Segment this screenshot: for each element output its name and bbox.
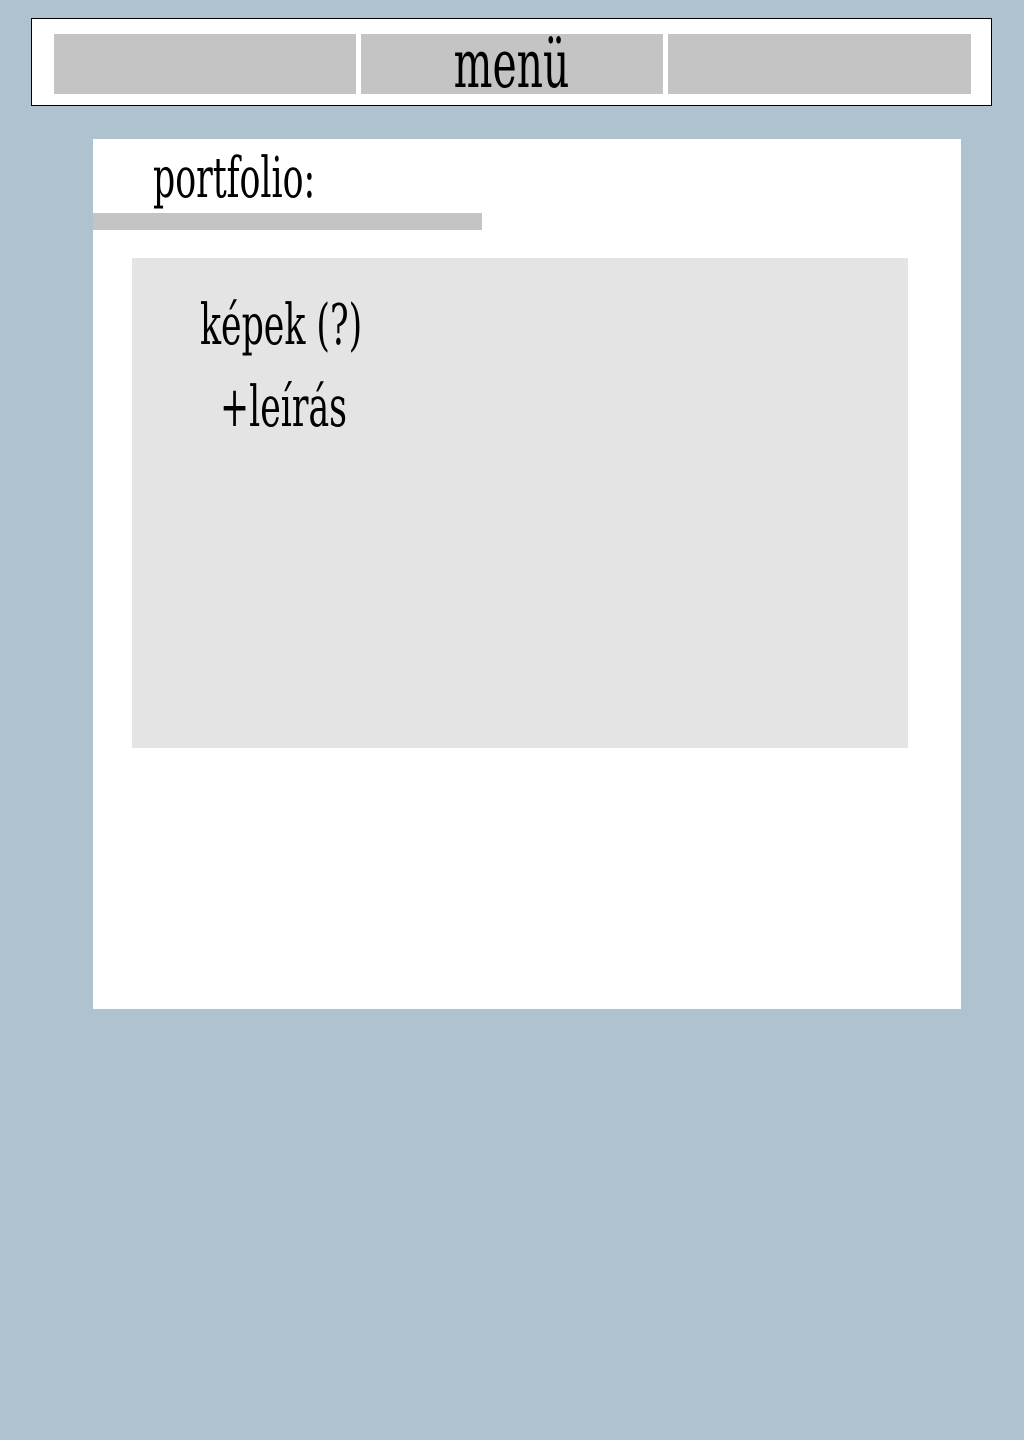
heading-underline — [93, 213, 482, 230]
portfolio-panel: portfolio: képek (?) +leírás — [93, 139, 961, 1009]
menu-title: menü — [453, 26, 570, 103]
images-label: képek (?) — [200, 293, 363, 358]
portfolio-heading: portfolio: — [153, 146, 316, 211]
image-placeholder-box: képek (?) +leírás — [132, 258, 908, 748]
description-label: +leírás — [220, 375, 347, 440]
menu-bar: menü — [31, 18, 992, 106]
